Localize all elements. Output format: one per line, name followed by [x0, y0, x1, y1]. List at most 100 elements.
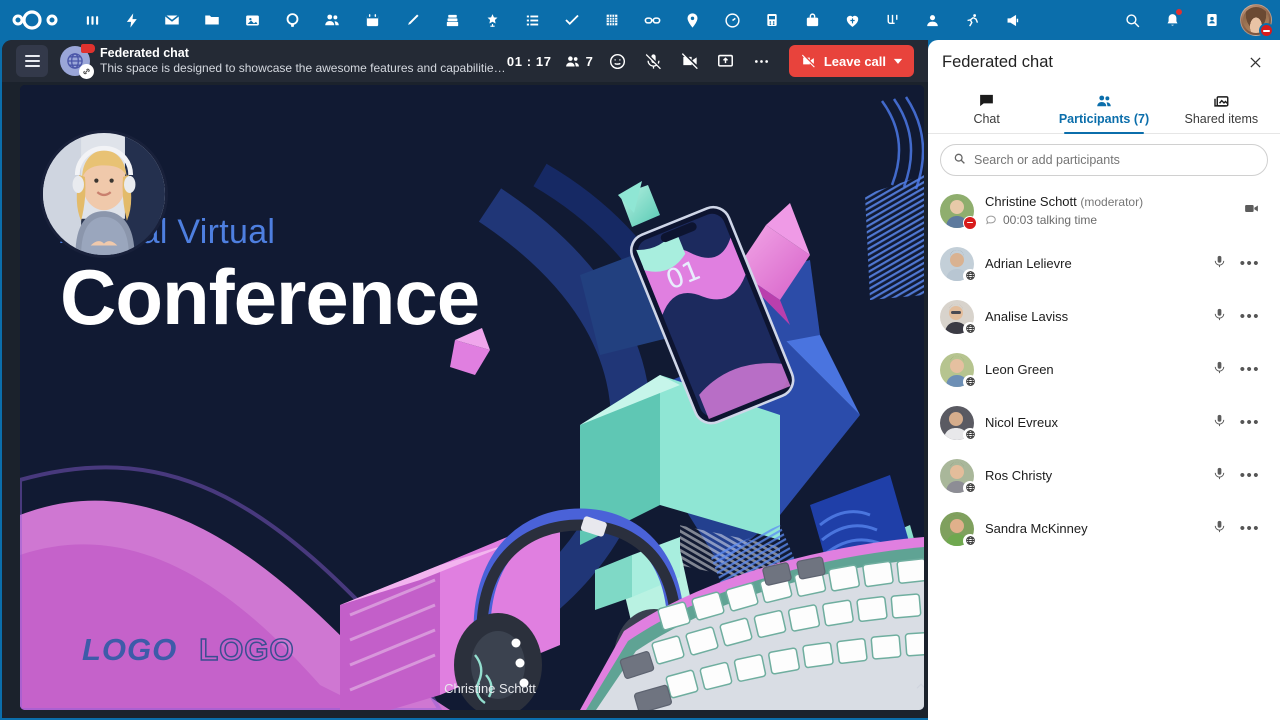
participant-count[interactable]: 7 — [564, 53, 593, 70]
chevron-down-icon — [893, 58, 903, 64]
participants-list: Christine Schott (moderator) 00:03 talki… — [928, 182, 1280, 555]
ellipsis-icon[interactable]: ••• — [1240, 521, 1260, 536]
app-icon-bookmarks[interactable] — [632, 0, 672, 40]
tab-participants[interactable]: Participants (7) — [1045, 84, 1162, 134]
collapse-icon[interactable] — [914, 680, 924, 697]
app-icon-profile[interactable] — [912, 0, 952, 40]
table-row[interactable]: Christine Schott (moderator) 00:03 talki… — [940, 184, 1274, 237]
camera-off-icon — [801, 54, 816, 68]
search-input[interactable] — [974, 153, 1255, 167]
participants-icon — [1095, 91, 1113, 110]
leave-call-button[interactable]: Leave call — [788, 45, 914, 77]
app-icon-photos[interactable] — [232, 0, 272, 40]
app-icon-notes[interactable] — [392, 0, 432, 40]
app-icon-files[interactable] — [192, 0, 232, 40]
federated-badge-icon — [963, 374, 977, 389]
speech-bubble-icon — [986, 215, 996, 225]
self-view-video[interactable] — [40, 130, 168, 258]
unread-flag-icon — [81, 44, 95, 53]
avatar — [940, 299, 977, 336]
table-row[interactable]: Leon Green ••• — [940, 343, 1274, 396]
app-icon-cospend[interactable] — [792, 0, 832, 40]
mic-icon[interactable] — [1212, 519, 1227, 539]
table-row[interactable]: Ros Christy ••• — [940, 449, 1274, 502]
app-icon-calendar[interactable] — [352, 0, 392, 40]
shared-items-icon — [1212, 91, 1230, 110]
participant-info: Leon Green — [985, 361, 1201, 378]
app-icon-activity[interactable] — [112, 0, 152, 40]
mic-off-icon[interactable] — [637, 44, 671, 78]
federated-badge-icon — [963, 533, 977, 548]
participant-name: Ros Christy — [985, 468, 1053, 483]
participant-info: Christine Schott (moderator) 00:03 talki… — [985, 193, 1232, 228]
conversation-title: Federated chat — [100, 46, 189, 60]
table-row[interactable]: Analise Laviss ••• — [940, 290, 1274, 343]
tab-shared-items[interactable]: Shared items — [1163, 84, 1280, 133]
app-icon-analytics[interactable] — [712, 0, 752, 40]
camera-icon[interactable] — [1243, 200, 1260, 222]
table-row[interactable]: Adrian Lelievre ••• — [940, 237, 1274, 290]
table-row[interactable]: Sandra McKinney ••• — [940, 502, 1274, 555]
conversation-description: This space is designed to showcase the a… — [100, 61, 507, 75]
self-view-image — [43, 133, 165, 255]
app-icon-mail[interactable] — [152, 0, 192, 40]
ellipsis-icon[interactable]: ••• — [1240, 256, 1260, 271]
user-avatar[interactable] — [1240, 4, 1274, 38]
app-icon-tables[interactable] — [512, 0, 552, 40]
chat-icon — [978, 91, 995, 110]
emoji-icon[interactable] — [601, 44, 635, 78]
app-icon-polls[interactable] — [832, 0, 872, 40]
participant-name: Adrian Lelievre — [985, 256, 1072, 271]
mic-icon[interactable] — [1212, 413, 1227, 433]
app-icon-announcements[interactable] — [992, 0, 1032, 40]
ellipsis-icon[interactable]: ••• — [1240, 415, 1260, 430]
app-icon-flow[interactable] — [872, 0, 912, 40]
app-icon-office[interactable] — [592, 0, 632, 40]
menu-icon[interactable] — [16, 45, 48, 77]
conversation-avatar[interactable] — [60, 44, 95, 79]
slide-logos: LOGO LOGO — [82, 631, 295, 668]
search-icon[interactable] — [1112, 0, 1152, 40]
nextcloud-top-bar — [0, 0, 1280, 40]
call-header-actions: 01 : 17 7 Leave call — [507, 44, 920, 78]
leave-call-label: Leave call — [823, 53, 886, 69]
federated-badge-icon — [963, 321, 977, 336]
search-box[interactable] — [940, 144, 1268, 176]
camera-off-icon[interactable] — [673, 44, 707, 78]
avatar — [940, 511, 977, 548]
speaker-name: Christine Schott — [444, 680, 536, 696]
ellipsis-icon[interactable]: ••• — [1240, 468, 1260, 483]
app-icon-tasks[interactable] — [552, 0, 592, 40]
mic-icon[interactable] — [1212, 254, 1227, 274]
contacts-card-icon[interactable] — [1192, 0, 1232, 40]
tab-chat-label: Chat — [973, 112, 1000, 126]
app-icon-talk[interactable] — [272, 0, 312, 40]
avatar — [940, 193, 977, 230]
participant-role: (moderator) — [1080, 195, 1144, 209]
talking-time: 00:03 talking time — [1003, 213, 1098, 227]
participant-info: Sandra McKinney — [985, 520, 1201, 537]
app-icon-dashboard[interactable] — [72, 0, 112, 40]
ellipsis-icon[interactable]: ••• — [1240, 362, 1260, 377]
participant-actions: ••• — [1212, 360, 1268, 380]
nextcloud-logo[interactable] — [0, 0, 72, 40]
app-icon-deck[interactable] — [432, 0, 472, 40]
mic-icon[interactable] — [1212, 307, 1227, 327]
mic-icon[interactable] — [1212, 360, 1227, 380]
app-icon-contacts[interactable] — [312, 0, 352, 40]
tab-chat[interactable]: Chat — [928, 84, 1045, 133]
shared-screen[interactable]: 01 Annual Virtual Conference LOGO LOGO C… — [20, 85, 924, 710]
close-icon[interactable] — [1240, 47, 1270, 77]
screen-share-icon[interactable] — [709, 44, 743, 78]
table-row[interactable]: Nicol Evreux ••• — [940, 396, 1274, 449]
federated-badge-icon — [963, 427, 977, 442]
app-icon-forms[interactable] — [752, 0, 792, 40]
app-icon-maps[interactable] — [672, 0, 712, 40]
ellipsis-icon[interactable] — [745, 44, 779, 78]
app-icon-fitness[interactable] — [952, 0, 992, 40]
mic-icon[interactable] — [1212, 466, 1227, 486]
app-icon-collectives[interactable] — [472, 0, 512, 40]
bell-icon[interactable] — [1152, 0, 1192, 40]
ellipsis-icon[interactable]: ••• — [1240, 309, 1260, 324]
participant-actions: ••• — [1212, 519, 1268, 539]
